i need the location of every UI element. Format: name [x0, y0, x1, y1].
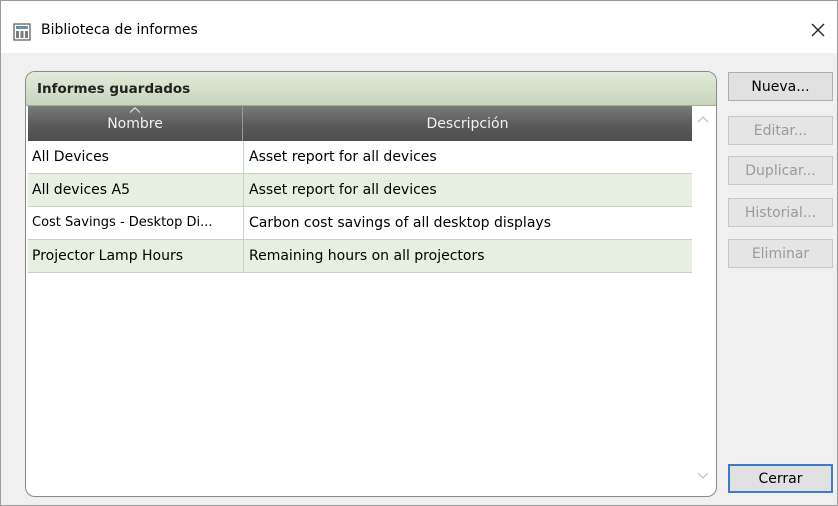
new-button[interactable]: Nueva... [728, 72, 833, 101]
window-title: Biblioteca de informes [41, 22, 198, 38]
column-header-nombre[interactable]: Nombre [28, 106, 243, 141]
row-name: Projector Lamp Hours [32, 248, 184, 264]
close-dialog-button[interactable]: Cerrar [728, 464, 833, 493]
column-label-descripcion: Descripción [426, 115, 509, 132]
column-header-descripcion[interactable]: Descripción [243, 106, 692, 141]
table-row[interactable]: All devices A5 Asset report for all devi… [28, 174, 692, 207]
edit-button[interactable]: Editar... [728, 116, 833, 145]
table-row[interactable]: Projector Lamp Hours Remaining hours on … [28, 240, 692, 273]
column-label-nombre: Nombre [107, 115, 163, 132]
column-divider [243, 207, 244, 239]
row-description: Carbon cost savings of all desktop displ… [249, 215, 551, 231]
column-divider [243, 141, 244, 173]
row-description: Remaining hours on all projectors [249, 248, 485, 264]
report-library-icon [13, 23, 31, 41]
group-header: Informes guardados [26, 72, 716, 106]
close-button[interactable] [805, 17, 831, 43]
row-name: All devices A5 [32, 182, 131, 198]
row-description: Asset report for all devices [249, 182, 437, 198]
close-icon [811, 23, 825, 37]
duplicate-button[interactable]: Duplicar... [728, 156, 833, 185]
scroll-up-icon[interactable] [697, 115, 709, 123]
delete-button[interactable]: Eliminar [728, 239, 833, 268]
history-button[interactable]: Historial... [728, 198, 833, 227]
table-row[interactable]: All Devices Asset report for all devices [28, 141, 692, 174]
saved-reports-group: Informes guardados Nombre Descripción Al… [25, 71, 717, 497]
column-divider [243, 240, 244, 272]
report-library-dialog: Biblioteca de informes Informes guardado… [0, 0, 838, 506]
reports-table: Nombre Descripción All Devices Asset rep… [28, 106, 692, 486]
table-row[interactable]: Cost Savings - Desktop Di... Carbon cost… [28, 207, 692, 240]
row-name: All Devices [32, 149, 109, 165]
row-name: Cost Savings - Desktop Di... [32, 215, 213, 230]
column-divider [243, 174, 244, 206]
group-title: Informes guardados [37, 81, 191, 97]
row-description: Asset report for all devices [249, 149, 437, 165]
title-bar: Biblioteca de informes [1, 1, 837, 53]
scroll-down-icon[interactable] [697, 472, 709, 480]
chevron-up-icon [129, 107, 141, 113]
vertical-scrollbar[interactable] [692, 106, 714, 486]
